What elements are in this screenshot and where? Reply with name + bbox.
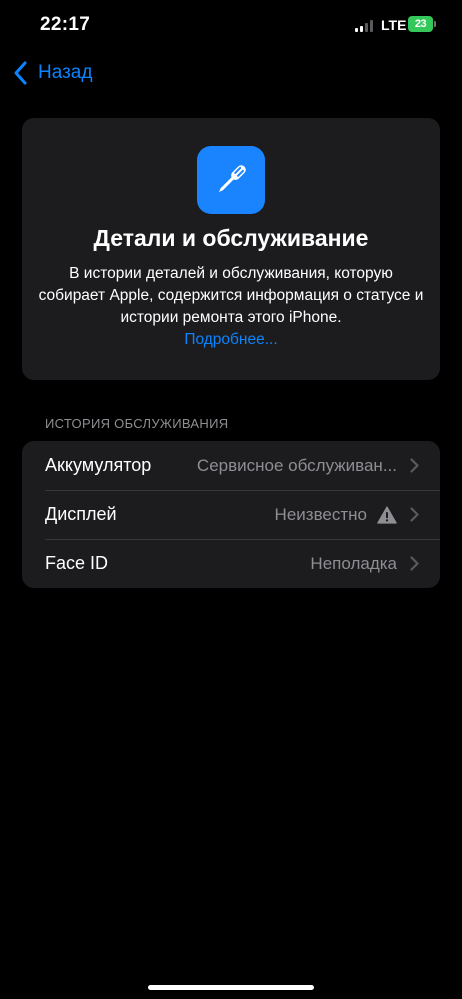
row-title: Face ID — [45, 553, 109, 573]
page-title: Детали и обслуживание — [93, 225, 369, 251]
learn-more-link[interactable]: Подробнее... — [22, 331, 440, 349]
battery-level: 23 — [408, 16, 433, 32]
service-row-battery[interactable]: Аккумулятор Сервисное обслуживан... — [22, 441, 440, 490]
battery-icon: 23 — [408, 16, 436, 32]
service-history-list: Аккумулятор Сервисное обслуживан... Дисп… — [22, 441, 440, 588]
row-value-text: Неизвестно — [274, 505, 367, 524]
network-type: LTE — [381, 17, 407, 33]
card-description: В истории деталей и обслуживания, котору… — [38, 265, 424, 326]
row-title: Аккумулятор — [45, 455, 152, 475]
chevron-right-icon — [410, 556, 419, 571]
cellular-signal-icon — [355, 20, 373, 32]
service-history-header: ИСТОРИЯ ОБСЛУЖИВАНИЯ — [45, 416, 229, 431]
back-button[interactable]: Назад — [12, 60, 92, 86]
row-value: Неполадка — [310, 539, 397, 588]
service-row-face-id[interactable]: Face ID Неполадка — [22, 539, 440, 588]
back-label: Назад — [38, 62, 93, 83]
row-value-text: Сервисное обслуживан... — [196, 456, 397, 475]
warning-icon — [377, 505, 397, 524]
status-bar: 22:17 LTE 23 — [0, 0, 462, 52]
home-indicator[interactable] — [148, 985, 314, 990]
chevron-right-icon — [410, 507, 419, 522]
chevron-right-icon — [410, 458, 419, 473]
service-row-display[interactable]: Дисплей Неизвестно — [22, 490, 440, 539]
status-time: 22:17 — [40, 14, 91, 35]
row-title: Дисплей — [45, 504, 117, 524]
parts-and-service-screen: 22:17 LTE 23 Назад Детали и обслуживание… — [0, 0, 462, 999]
chevron-left-icon — [14, 61, 27, 85]
row-value-text: Неполадка — [310, 554, 397, 573]
parts-service-info-card: Детали и обслуживание В истории деталей … — [22, 118, 440, 380]
row-value: Неизвестно — [275, 490, 397, 539]
screwdriver-icon — [197, 146, 265, 214]
row-value: Сервисное обслуживан... — [170, 441, 397, 490]
